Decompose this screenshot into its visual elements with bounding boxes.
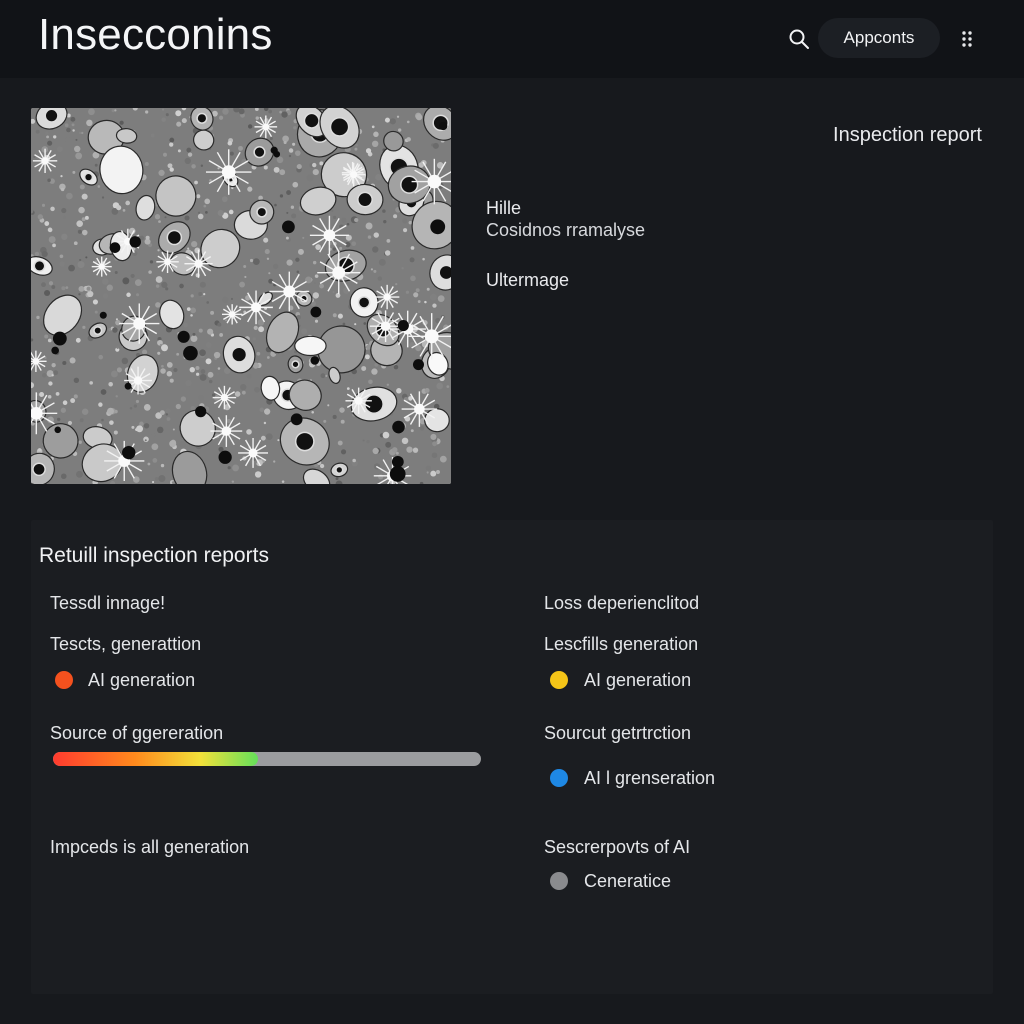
- app-title: Insecconins: [38, 10, 273, 59]
- status-dot-yellow: [550, 671, 568, 689]
- accounts-button[interactable]: Appconts: [818, 18, 940, 58]
- image-meta-analysis: Cosidnos rramalyse: [486, 220, 646, 240]
- right-row-2: Lescfills generation: [544, 634, 699, 654]
- left-row-1: Tessdl innage!: [50, 593, 166, 613]
- more-button[interactable]: [952, 24, 982, 54]
- left-status-label: AI generation: [88, 670, 196, 690]
- search-button[interactable]: [784, 24, 814, 54]
- generation-progress-fill: [53, 752, 259, 766]
- search-icon: [789, 29, 809, 49]
- generation-progress-bar: [53, 752, 481, 766]
- image-meta-title: Hille: [486, 198, 522, 218]
- status-dot-gray: [550, 872, 568, 890]
- bar-label: Source of ggereration: [50, 723, 224, 743]
- inspected-image: [31, 108, 451, 484]
- microscopy-image: [31, 108, 451, 484]
- more-vert-icon: [962, 31, 972, 47]
- inspection-reports-panel: Retuill inspection reports Tessdl innage…: [31, 520, 993, 994]
- inspection-report-link[interactable]: Inspection report: [833, 124, 982, 147]
- image-meta-type: Ultermage: [486, 270, 570, 290]
- right-status-label-2: AI l grenseration: [584, 768, 716, 788]
- right-status-label-1: AI generation: [584, 670, 692, 690]
- left-row-3: Impceds is all generation: [50, 837, 250, 857]
- right-status-label-3: Ceneratice: [584, 871, 672, 891]
- panel-title: Retuill inspection reports: [39, 544, 269, 567]
- app-header: Insecconins Appconts: [0, 0, 1024, 78]
- right-row-1: Loss deperienclitod: [544, 593, 700, 613]
- left-row-2: Tescts, generattion: [50, 634, 202, 654]
- status-dot-red: [55, 671, 73, 689]
- status-dot-blue: [550, 769, 568, 787]
- right-row-3: Sourcut getrtrction: [544, 723, 692, 743]
- right-row-4: Sescrerpovts of AI: [544, 837, 691, 857]
